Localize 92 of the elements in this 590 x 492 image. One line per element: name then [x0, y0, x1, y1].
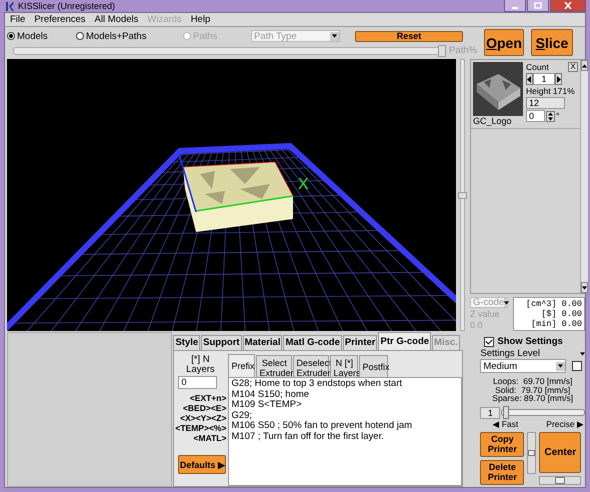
dropdown-arrow-icon [580, 352, 585, 356]
placeholder-token: <BED><E> [182, 403, 226, 413]
stat-unit: [$] [541, 309, 557, 319]
decrement-button[interactable] [526, 73, 533, 85]
maximize-button[interactable] [527, 0, 549, 12]
copy-printer-button[interactable]: Copy Printer [480, 432, 524, 456]
scroll-thumb[interactable] [528, 450, 536, 456]
menu-item[interactable]: All Models [94, 14, 138, 25]
speed-value-field[interactable]: 1 [480, 406, 500, 418]
slider-thumb[interactable] [438, 44, 446, 56]
stat-value: 0.00 [562, 309, 582, 319]
show-settings-checkbox[interactable] [484, 336, 494, 346]
scroll-thumb[interactable] [555, 476, 566, 484]
speed-readout: Sparse: 89.70 [mm/s] [492, 394, 574, 402]
precise-label: Precise ▶ [546, 418, 584, 428]
code-line: M104 S150; home [231, 390, 310, 400]
radio-option[interactable]: Models+Paths [76, 30, 183, 42]
reset-button[interactable]: Reset [355, 30, 463, 42]
code-line: G28; Home to top 3 endstops when start [231, 379, 404, 390]
placeholder-token: <MATL> [194, 433, 226, 443]
open-button[interactable]: Open [484, 29, 524, 56]
center-button[interactable]: Center [539, 432, 582, 472]
n-layers-label: [*] N Layers [185, 355, 216, 375]
tab[interactable]: Style [173, 335, 200, 350]
tab[interactable]: Material [242, 335, 282, 350]
count-field[interactable]: 1 [533, 73, 555, 85]
stat-unit: [cm^3] [526, 299, 557, 309]
z-value-label: Z value [470, 309, 501, 319]
defaults-button[interactable]: Defaults ▶ [178, 455, 226, 474]
stat-value: 0.00 [562, 319, 582, 329]
placeholder-token: <X><Y><Z> [180, 413, 226, 423]
increment-button[interactable] [555, 73, 562, 85]
dropdown-arrow-icon [556, 362, 566, 370]
scroll-up-button[interactable] [581, 60, 588, 71]
checkbox[interactable] [572, 361, 582, 371]
close-button[interactable] [550, 0, 586, 12]
window-title: KISSlicer (Unregistered) [18, 1, 116, 11]
n-layers-field[interactable]: 0 [178, 376, 218, 389]
close-icon [564, 2, 572, 9]
degree-symbol: ° [556, 111, 560, 121]
checkbox-label: Show Settings [497, 336, 563, 347]
menu-item[interactable]: File [10, 14, 26, 25]
fast-label: ◀ Fast [492, 418, 518, 428]
menu-item[interactable]: Preferences [34, 14, 86, 25]
slice-button[interactable]: Slice [531, 29, 573, 56]
count-label: Count [526, 62, 549, 72]
tab[interactable]: Ptr G-code [378, 332, 432, 350]
slider-label: Path% [449, 45, 477, 56]
slider-thumb[interactable] [502, 406, 509, 419]
speed-slider[interactable] [501, 409, 585, 416]
height-field[interactable]: 12 [526, 97, 565, 109]
app-logo-icon [5, 0, 15, 12]
subtab[interactable]: Select Extruder [256, 355, 292, 377]
minimize-button[interactable] [504, 0, 526, 12]
settings-level-dropdown[interactable]: Medium [480, 359, 566, 373]
placeholder-token: <TEMP><%> [175, 423, 226, 433]
path-slider[interactable] [13, 46, 444, 54]
scrollbar[interactable] [539, 476, 582, 484]
tab[interactable]: Printer [342, 335, 378, 350]
speed-readout: Loops: 69.70 [mm/s] [492, 377, 572, 386]
model-name: GC_Logo [473, 116, 513, 126]
code-line: G29; [231, 410, 254, 421]
tab[interactable]: Matl G-code [283, 335, 342, 350]
layer-slider[interactable] [460, 59, 465, 331]
gcode-editor[interactable]: G28; Home to top 3 endstops when start M104 S150; home M109 S<TEMP> G29; M106 S50 ; 50% fan to prevent hotend jam M107 ; Turn fan off for the first layer. [228, 377, 462, 486]
scroll-down-button[interactable] [581, 282, 588, 293]
maximize-icon [534, 2, 542, 9]
stat-value: 0.00 [562, 299, 582, 309]
code-line: M106 S50 ; 50% fan to prevent hotend jam [231, 421, 414, 432]
rotation-field[interactable]: 0 [526, 110, 545, 122]
radio-option[interactable]: Models [7, 30, 77, 42]
remove-model-button[interactable]: X [568, 62, 578, 72]
model-thumbnail-drawing[interactable] [473, 62, 523, 116]
subtab[interactable]: Postfix [359, 355, 388, 377]
z-value: 0.0 [470, 320, 484, 330]
placeholder-token: <EXT+n> [190, 393, 226, 403]
speed-readout: Solid: 79.70 [mm/s] [495, 386, 570, 394]
code-line: M107 ; Turn fan off for the first layer. [231, 432, 385, 442]
tab[interactable]: Support [201, 335, 242, 350]
scrollbar[interactable] [580, 60, 588, 293]
stat-unit: [min] [531, 319, 557, 329]
code-line: M109 S<TEMP> [231, 400, 303, 410]
rotation-spinner-icon[interactable] [546, 110, 555, 122]
dropdown-arrow-icon [504, 298, 510, 307]
menu-item[interactable]: Help [190, 14, 210, 25]
delete-printer-button[interactable]: Delete Printer [480, 460, 524, 484]
height-label: Height 171% [526, 86, 576, 96]
dropdown-arrow-icon [330, 32, 339, 40]
slider-thumb[interactable] [458, 192, 467, 199]
settings-level-label: Settings Level [480, 348, 540, 359]
subtab[interactable]: Prefix [228, 354, 256, 377]
scrollbar[interactable] [527, 432, 536, 474]
